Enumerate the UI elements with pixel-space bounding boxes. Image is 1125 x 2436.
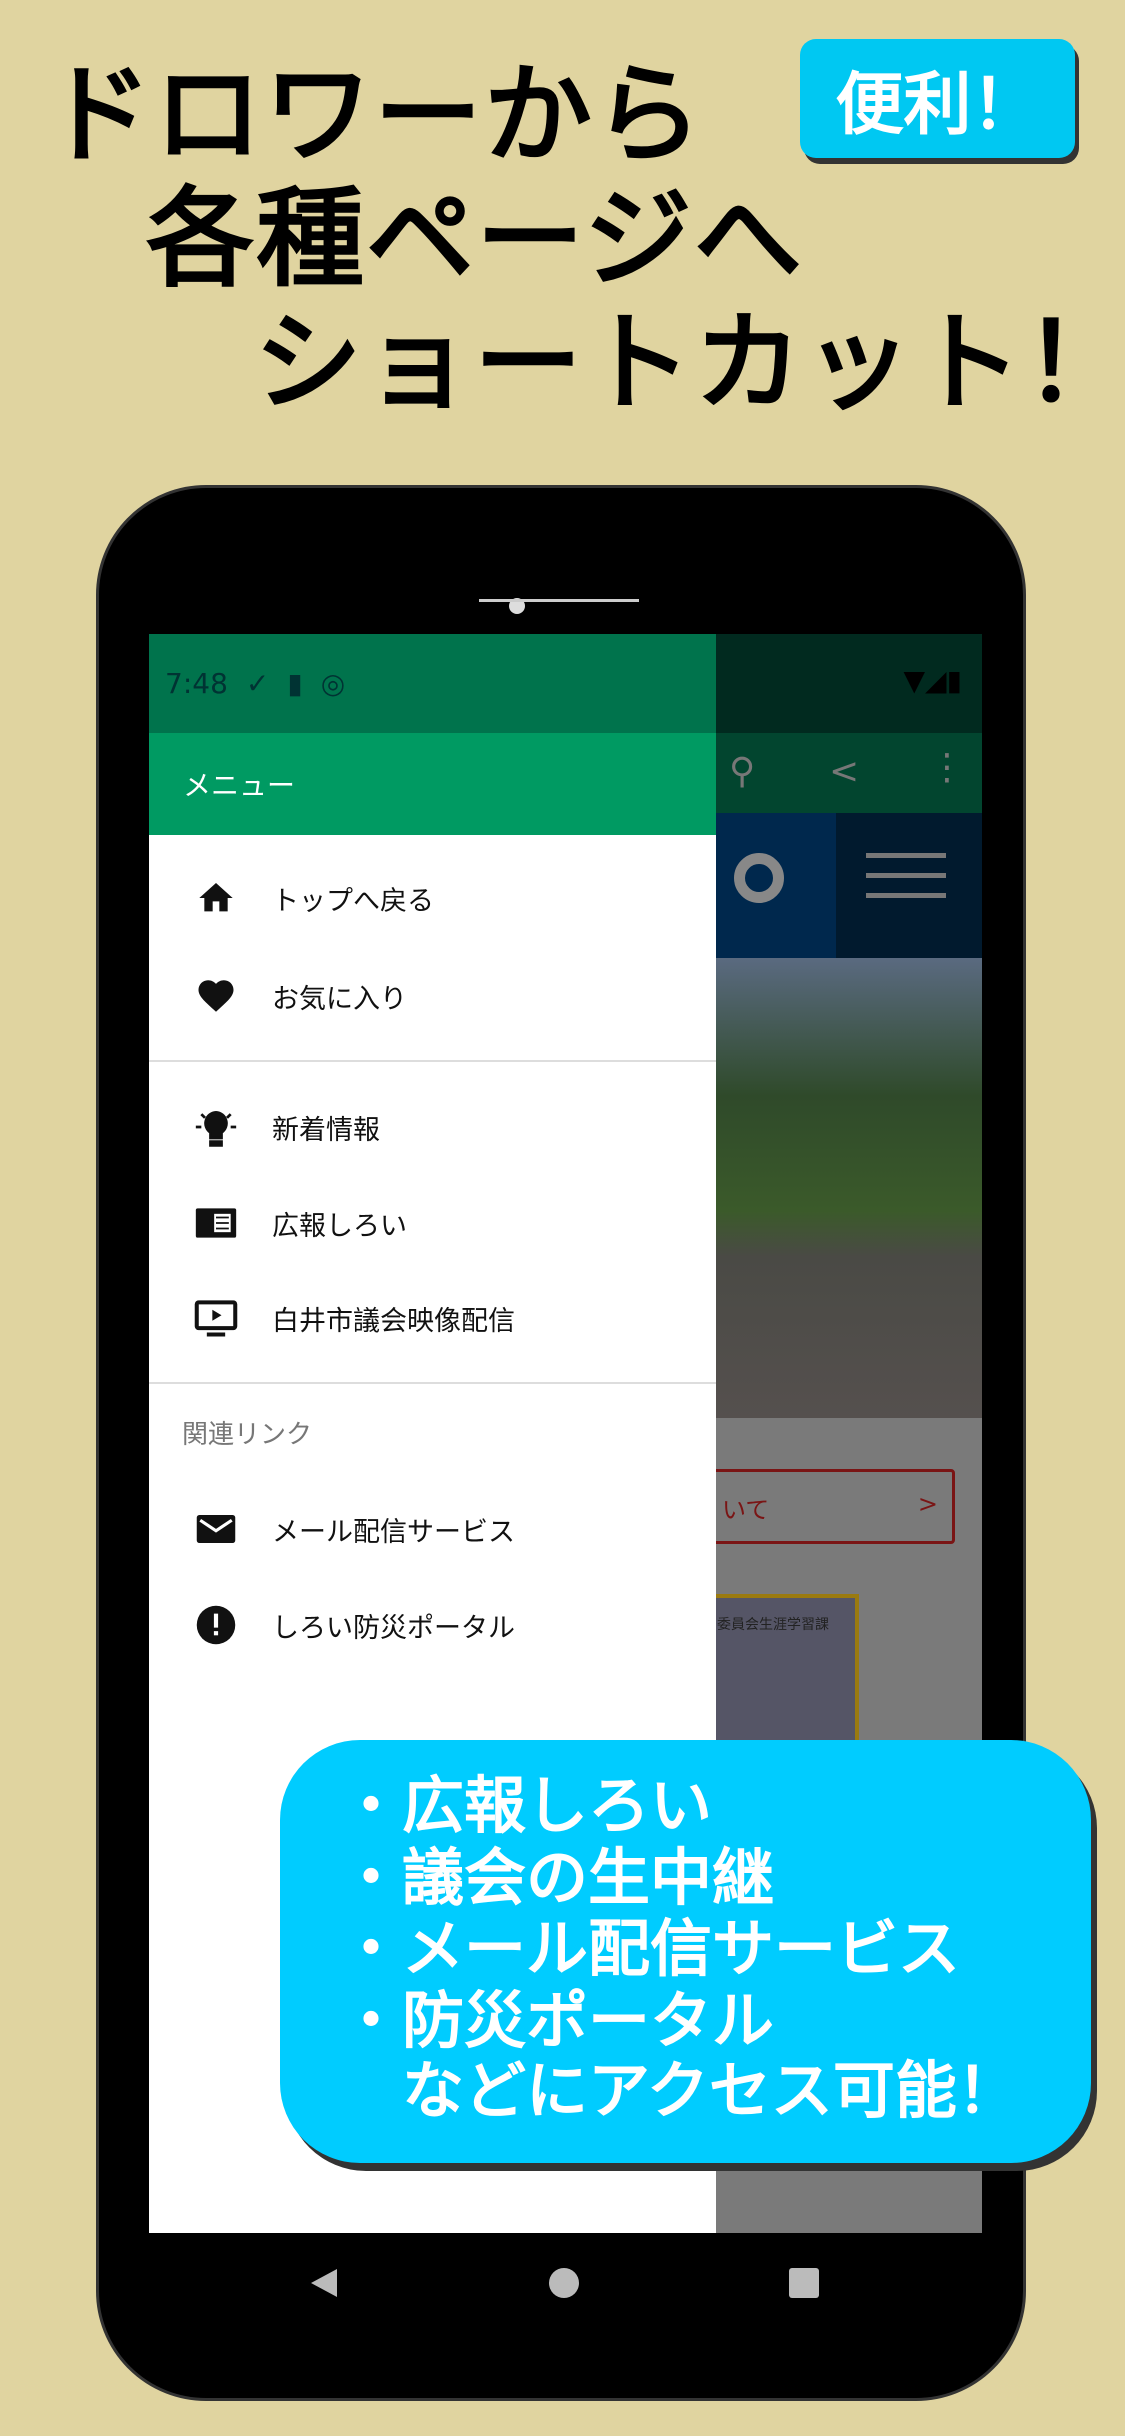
drawer-item-label: 広報しろい [272, 1210, 407, 1242]
recents-icon[interactable] [789, 2268, 819, 2298]
sync-icon: ◎ [320, 667, 346, 700]
badge: 便利！ [800, 39, 1075, 158]
drawer-item-bousai[interactable]: しろい防災ポータル [149, 1585, 716, 1665]
more-icon[interactable]: ⋮ [929, 747, 965, 788]
drawer-item-label: メール配信サービス [272, 1516, 515, 1548]
home-icon [193, 875, 239, 921]
heart-icon [193, 973, 239, 1019]
drawer-header: メニュー [149, 733, 716, 835]
callout-line: ・広報しろい [340, 1769, 713, 1842]
search-icon[interactable]: ⚲ [729, 751, 755, 792]
drawer-item-label: しろい防災ポータル [272, 1612, 515, 1644]
chevron-right-icon: > [917, 1490, 938, 1518]
system-nav-bar [149, 2233, 982, 2333]
headline-line-2: 各種ページへ [146, 177, 804, 302]
link-text: いて [722, 1496, 770, 1524]
divider [149, 1060, 716, 1062]
background-link[interactable]: いて > [709, 1469, 955, 1544]
home-button-icon[interactable] [549, 2268, 579, 2298]
tv-play-icon [193, 1295, 239, 1341]
section-label: 関連リンク [182, 1420, 313, 1450]
drawer-item-news[interactable]: 新着情報 [149, 1087, 716, 1167]
callout-line: ・議会の生中継 [340, 1841, 775, 1914]
drawer-item-mail[interactable]: メール配信サービス [149, 1489, 716, 1569]
site-search-button[interactable] [716, 813, 836, 958]
divider [149, 1382, 716, 1384]
drawer-item-favorites[interactable]: お気に入り [149, 956, 716, 1036]
hero-photo [716, 958, 982, 1418]
share-icon[interactable]: < [829, 751, 859, 792]
back-icon[interactable] [309, 2267, 339, 2299]
thumb-text: 委員会生涯学習課 [717, 1617, 829, 1633]
alert-icon [193, 1602, 239, 1648]
drawer-item-top[interactable]: トップへ戻る [149, 858, 716, 938]
clock: 7:48 [165, 667, 228, 700]
headline-line-3: ショートカット！ [254, 301, 1125, 426]
drawer-item-kouhou[interactable]: 広報しろい [149, 1183, 716, 1263]
drawer-item-label: お気に入り [272, 983, 407, 1015]
signal-battery-icon: ▼◢▮ [903, 664, 962, 697]
hamburger-icon[interactable] [866, 853, 946, 858]
headline-line-1: ドロワーから [44, 53, 705, 178]
download-done-icon: ✓ [245, 667, 270, 700]
drawer-item-council-video[interactable]: 白井市議会映像配信 [149, 1278, 716, 1358]
drawer-item-label: トップへ戻る [272, 885, 434, 917]
status-bar: 7:48 ✓ ▮ ◎ [149, 634, 716, 733]
mail-icon [193, 1506, 239, 1552]
drawer-item-label: 新着情報 [272, 1114, 380, 1146]
callout-line: などにアクセス可能！ [340, 2054, 1019, 2127]
feature-callout: ・広報しろい ・議会の生中継 ・メール配信サービス ・防災ポータル などにアクセ… [280, 1740, 1091, 2163]
lightbulb-icon [193, 1104, 239, 1150]
callout-line: ・メール配信サービス [340, 1912, 961, 1985]
search-icon [734, 853, 784, 903]
newspaper-icon [193, 1200, 239, 1246]
callout-line: ・防災ポータル [340, 1984, 775, 2057]
sd-card-icon: ▮ [287, 667, 303, 700]
speaker [479, 599, 639, 602]
background-thumbnail[interactable]: 委員会生涯学習課 [709, 1594, 859, 1744]
drawer-item-label: 白井市議会映像配信 [272, 1305, 515, 1337]
